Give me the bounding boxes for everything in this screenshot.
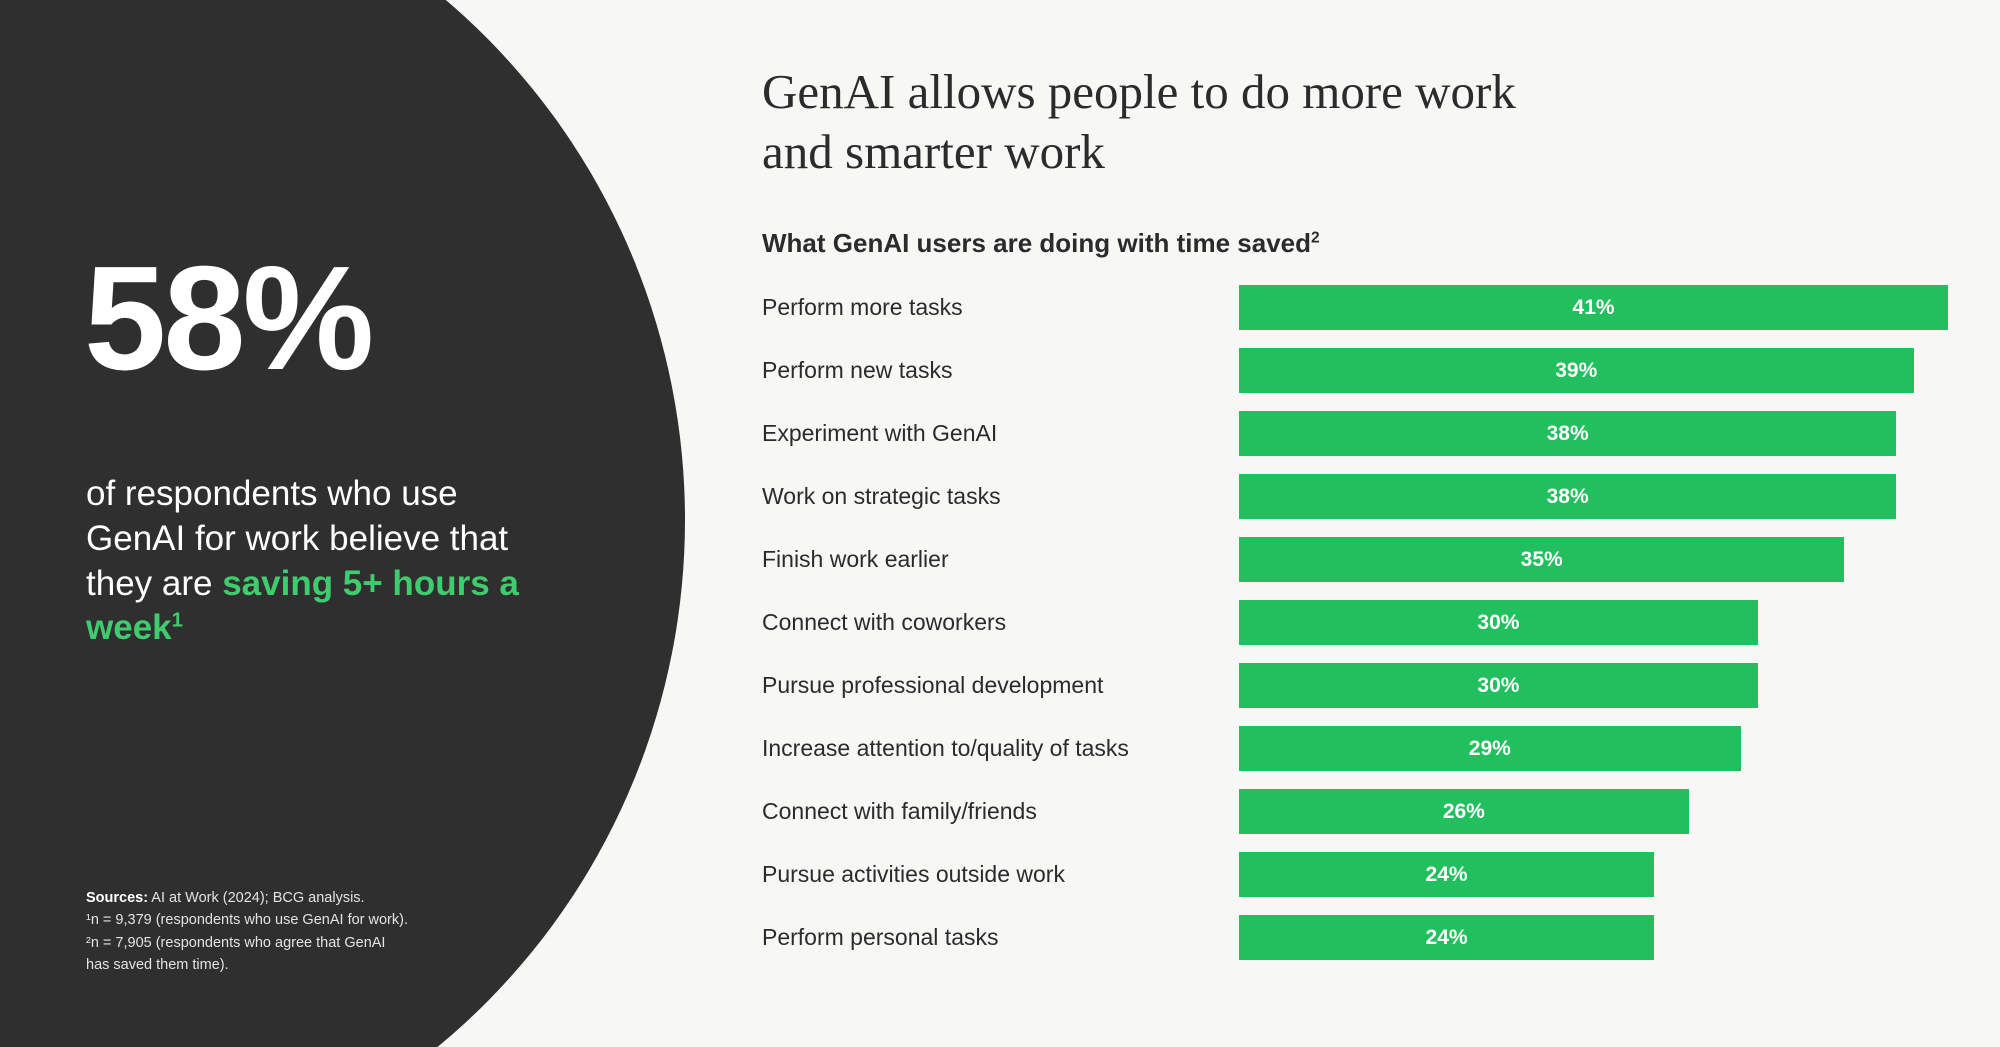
bar-fill: 24% <box>1239 852 1655 897</box>
bar-value-label: 38% <box>1546 422 1589 445</box>
bar-track: 35% <box>1239 537 2000 582</box>
bar-value-label: 41% <box>1572 296 1615 319</box>
bar-value-label: 39% <box>1555 359 1598 382</box>
footnote-2-continued: has saved them time). <box>86 957 229 974</box>
sources-line: Sources: AI at Work (2024); BCG analysis… <box>86 887 506 909</box>
bar-value-label: 38% <box>1546 485 1589 508</box>
bar-value-label: 29% <box>1468 737 1511 760</box>
bar-category-label: Connect with family/friends <box>762 798 1037 824</box>
bar-category-label: Pursue activities outside work <box>762 861 1065 887</box>
bar-fill: 39% <box>1239 348 1914 393</box>
bar-fill: 24% <box>1239 915 1655 960</box>
bar-row: Perform new tasks 39% <box>762 348 2000 393</box>
bar-value-label: 30% <box>1477 674 1520 697</box>
right-content-panel: GenAI allows people to do more work and … <box>762 0 2000 1047</box>
bar-track: 24% <box>1239 915 2000 960</box>
bar-fill: 41% <box>1239 285 1949 330</box>
bar-row: Perform personal tasks 24% <box>762 915 2000 960</box>
sources-block: Sources: AI at Work (2024); BCG analysis… <box>86 887 506 977</box>
bar-fill: 38% <box>1239 411 1897 456</box>
bar-track: 26% <box>1239 789 2000 834</box>
bar-row: Connect with coworkers 30% <box>762 600 2000 645</box>
bar-category-label: Finish work earlier <box>762 546 949 572</box>
footnote-2: ²n = 7,905 (respondents who agree that G… <box>86 934 386 951</box>
bar-category-label: Experiment with GenAI <box>762 420 998 446</box>
headline-line-2: and smarter work <box>762 123 1105 179</box>
bar-category-label: Perform new tasks <box>762 357 953 383</box>
chart-subtitle: What GenAI users are doing with time sav… <box>762 228 1320 259</box>
bar-fill: 26% <box>1239 789 1689 834</box>
bar-category-label: Perform personal tasks <box>762 924 999 950</box>
bar-row: Perform more tasks 41% <box>762 285 2000 330</box>
bar-value-label: 35% <box>1520 548 1563 571</box>
chart-subtitle-text: What GenAI users are doing with time sav… <box>762 228 1312 258</box>
bar-chart: Perform more tasks 41% Perform new tasks 39… <box>762 285 2000 978</box>
bar-fill: 30% <box>1239 600 1758 645</box>
bar-row: Connect with family/friends 26% <box>762 789 2000 834</box>
page-title: GenAI allows people to do more work and … <box>762 62 1662 182</box>
bar-category-label: Work on strategic tasks <box>762 483 1001 509</box>
bar-row: Experiment with GenAI 38% <box>762 411 2000 456</box>
bar-category-label: Connect with coworkers <box>762 609 1007 635</box>
big-stat-value: 58% <box>84 236 374 401</box>
footnote-1: ¹n = 9,379 (respondents who use GenAI fo… <box>86 912 408 929</box>
bar-track: 29% <box>1239 726 2000 771</box>
bar-fill: 38% <box>1239 474 1897 519</box>
bar-value-label: 24% <box>1425 926 1468 949</box>
bar-track: 41% <box>1239 285 2000 330</box>
bar-value-label: 24% <box>1425 863 1468 886</box>
bar-fill: 35% <box>1239 537 1845 582</box>
chart-subtitle-footnote-marker: 2 <box>1311 229 1320 247</box>
bar-track: 39% <box>1239 348 2000 393</box>
bar-track: 38% <box>1239 474 2000 519</box>
sources-label: Sources: <box>86 890 149 906</box>
bar-row: Finish work earlier 35% <box>762 537 2000 582</box>
stat-description: of respondents who use GenAI for work be… <box>86 472 556 651</box>
bar-category-label: Perform more tasks <box>762 294 963 320</box>
bar-category-label: Pursue professional development <box>762 672 1104 698</box>
bar-row: Pursue professional development 30% <box>762 663 2000 708</box>
bar-row: Increase attention to/quality of tasks 29… <box>762 726 2000 771</box>
bar-track: 38% <box>1239 411 2000 456</box>
headline-line-1: GenAI allows people to do more work <box>762 64 1516 119</box>
sources-text: AI at Work (2024); BCG analysis. <box>148 890 365 906</box>
bar-value-label: 26% <box>1442 800 1485 823</box>
bar-track: 24% <box>1239 852 2000 897</box>
bar-track: 30% <box>1239 663 2000 708</box>
highlight-footnote-marker: 1 <box>171 609 183 632</box>
bar-track: 30% <box>1239 600 2000 645</box>
bar-fill: 30% <box>1239 663 1758 708</box>
left-panel-content: 58% of respondents who use GenAI for wor… <box>0 0 700 1047</box>
bar-row: Work on strategic tasks 38% <box>762 474 2000 519</box>
bar-fill: 29% <box>1239 726 1741 771</box>
bar-row: Pursue activities outside work 24% <box>762 852 2000 897</box>
bar-value-label: 30% <box>1477 611 1520 634</box>
bar-category-label: Increase attention to/quality of tasks <box>762 735 1129 761</box>
